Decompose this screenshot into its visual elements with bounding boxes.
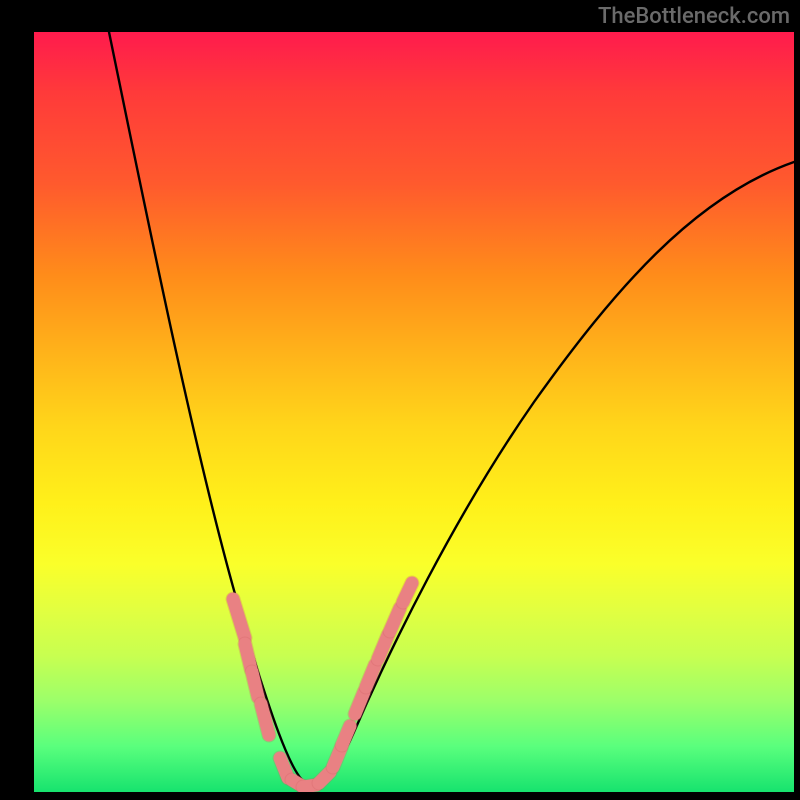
curve-marker [261,704,269,735]
curve-marker [342,726,350,745]
curve-marker [366,665,375,687]
bottleneck-curve [109,32,794,785]
chart-container: TheBottleneck.com [0,0,800,800]
curve-marker [319,772,330,783]
plot-area [34,32,794,792]
watermark-text: TheBottleneck.com [598,4,790,29]
chart-svg [34,32,794,792]
curve-layer [34,32,794,792]
curve-marker [233,599,245,638]
curve-marker [390,608,400,631]
markers-group [233,583,412,787]
curve-marker [252,672,258,697]
curve-marker [378,635,388,659]
curve-marker [355,692,364,714]
curve-marker [403,583,412,602]
